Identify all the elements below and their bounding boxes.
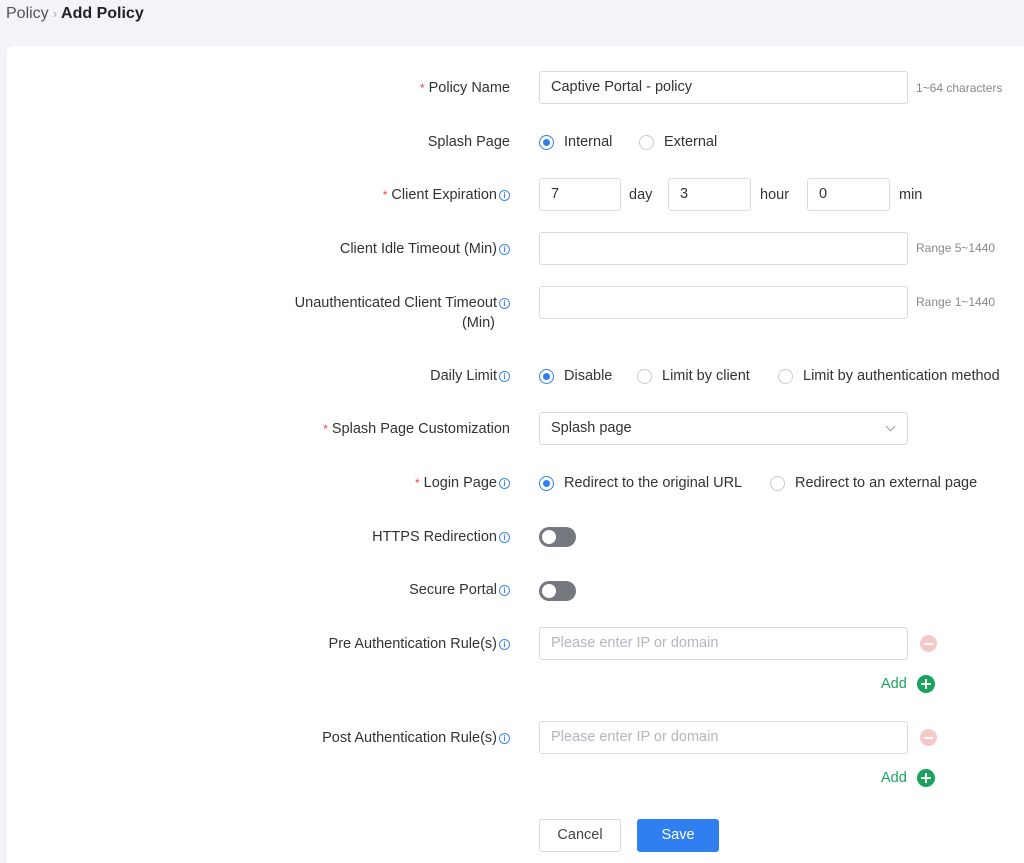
idle-timeout-input[interactable] <box>539 232 908 265</box>
daily-limit-client-radio[interactable]: Limit by client <box>637 366 750 386</box>
pre-auth-input[interactable]: Please enter IP or domain <box>539 627 908 660</box>
policy-name-input[interactable]: Captive Portal - policy <box>539 71 908 104</box>
page-title: Add Policy <box>61 5 144 22</box>
daily-limit-disable-radio[interactable]: Disable <box>539 366 612 386</box>
https-redirection-toggle[interactable] <box>539 527 576 547</box>
idle-timeout-label: Client Idle Timeout (Min) i <box>340 239 510 259</box>
add-icon <box>916 769 935 787</box>
radio-checked-icon <box>539 134 554 150</box>
secure-portal-toggle[interactable] <box>539 581 576 601</box>
secure-portal-label: Secure Portal i <box>409 580 510 600</box>
splash-page-label: Splash Page <box>427 134 510 150</box>
idle-timeout-hint: Range 5~1440 <box>916 241 996 255</box>
daily-limit-label: Daily Limit i <box>430 366 510 386</box>
remove-rule-icon[interactable] <box>920 635 937 652</box>
hour-unit: hour <box>760 187 790 203</box>
save-button[interactable]: Save <box>637 819 719 852</box>
splash-external-radio[interactable]: External <box>639 132 717 152</box>
login-original-url-radio[interactable]: Redirect to the original URL <box>539 473 742 493</box>
expiration-day-input[interactable]: 7 <box>539 178 621 211</box>
breadcrumb: Policy › Add Policy <box>6 5 144 23</box>
radio-unchecked-icon <box>778 368 793 384</box>
unauth-timeout-hint: Range 1~1440 <box>916 295 996 309</box>
radio-checked-icon <box>539 368 554 384</box>
info-icon[interactable]: i <box>499 733 510 744</box>
policy-name-label: * Policy Name <box>419 80 510 96</box>
radio-checked-icon <box>539 475 554 491</box>
post-auth-input[interactable]: Please enter IP or domain <box>539 721 908 754</box>
https-redirection-label: HTTPS Redirection i <box>372 527 510 547</box>
unauth-timeout-label: Unauthenticated Client Timeout i (Min) <box>295 293 510 333</box>
breadcrumb-separator-icon: › <box>52 6 58 21</box>
radio-unchecked-icon <box>770 475 785 491</box>
daily-limit-auth-radio[interactable]: Limit by authentication method <box>778 366 1000 386</box>
min-unit: min <box>899 187 923 203</box>
radio-unchecked-icon <box>639 134 654 150</box>
policy-name-hint: 1~64 characters <box>916 81 1003 95</box>
info-icon[interactable]: i <box>499 478 510 489</box>
info-icon[interactable]: i <box>499 190 510 201</box>
radio-unchecked-icon <box>637 368 652 384</box>
day-unit: day <box>629 187 653 203</box>
post-auth-label: Post Authentication Rule(s) i <box>322 728 510 748</box>
expiration-hour-input[interactable]: 3 <box>668 178 751 211</box>
client-expiration-label: * Client Expiration i <box>383 185 510 205</box>
splash-internal-radio[interactable]: Internal <box>539 132 612 152</box>
breadcrumb-parent[interactable]: Policy <box>6 5 49 22</box>
info-icon[interactable]: i <box>499 639 510 650</box>
info-icon[interactable]: i <box>499 244 510 255</box>
login-page-label: * Login Page i <box>415 473 510 493</box>
unauth-timeout-input[interactable] <box>539 286 908 319</box>
info-icon[interactable]: i <box>499 585 510 596</box>
pre-auth-add-button[interactable]: Add <box>881 675 935 693</box>
info-icon[interactable]: i <box>499 371 510 382</box>
remove-rule-icon[interactable] <box>920 729 937 746</box>
cancel-button[interactable]: Cancel <box>539 819 621 852</box>
pre-auth-label: Pre Authentication Rule(s) i <box>329 634 510 654</box>
expiration-min-input[interactable]: 0 <box>807 178 890 211</box>
login-external-page-radio[interactable]: Redirect to an external page <box>770 473 977 493</box>
add-icon <box>916 675 935 693</box>
info-icon[interactable]: i <box>499 532 510 543</box>
splash-customization-select[interactable]: Splash page <box>539 412 908 445</box>
post-auth-add-button[interactable]: Add <box>881 769 935 787</box>
info-icon[interactable]: i <box>499 298 510 309</box>
splash-customization-label: * Splash Page Customization <box>323 421 510 437</box>
